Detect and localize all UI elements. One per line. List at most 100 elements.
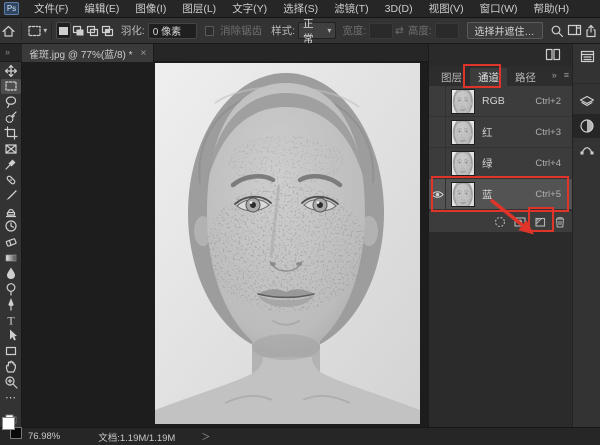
channel-thumbnail[interactable] xyxy=(451,89,475,114)
quick-selection-tool[interactable] xyxy=(1,110,21,126)
spot-healing-brush-tool[interactable] xyxy=(1,172,21,188)
workspace-icon[interactable] xyxy=(566,21,583,41)
menu-file[interactable]: 文件(F) xyxy=(27,0,75,18)
width-input xyxy=(369,23,393,39)
svg-text:T: T xyxy=(7,313,15,327)
annotation-arrow xyxy=(487,198,547,248)
new-selection-mode-button[interactable] xyxy=(56,22,71,39)
clone-stamp-tool[interactable] xyxy=(1,203,21,219)
add-selection-mode-button[interactable] xyxy=(71,22,86,39)
blur-tool[interactable] xyxy=(1,265,21,281)
style-value: 正常 xyxy=(303,16,319,46)
channel-row-green[interactable]: 绿 Ctrl+4 xyxy=(429,148,573,179)
share-icon[interactable] xyxy=(583,21,600,41)
hand-tool[interactable] xyxy=(1,359,21,375)
more-tabs-icon[interactable]: » xyxy=(552,70,557,80)
paths-panel-icon[interactable] xyxy=(573,138,600,162)
tab-paths[interactable]: 路径 xyxy=(507,68,544,86)
menu-view[interactable]: 视图(V) xyxy=(422,0,471,18)
antialias-label: 消除锯齿 xyxy=(220,23,262,38)
document-image[interactable] xyxy=(155,63,420,424)
color-swatches xyxy=(2,417,24,441)
channel-row-red[interactable]: 红 Ctrl+3 xyxy=(429,117,573,148)
menu-bar: Ps 文件(F) 编辑(E) 图像(I) 图层(L) 文字(Y) 选择(S) 滤… xyxy=(0,0,600,18)
layers-panel-icon[interactable] xyxy=(573,90,600,114)
crop-tool[interactable] xyxy=(1,125,21,141)
current-tool-icon[interactable] xyxy=(26,21,43,41)
menu-window[interactable]: 窗口(W) xyxy=(473,0,525,18)
document-title: 雀斑.jpg @ 77%(蓝/8) * xyxy=(29,46,133,61)
status-bar: 76.98% 文档:1.19M/1.19M ＞ xyxy=(0,427,600,445)
panel-menu-icon[interactable]: ≡ xyxy=(564,70,569,80)
toolbar-collapse-icon[interactable]: » xyxy=(5,47,10,57)
feather-label: 羽化: xyxy=(121,23,145,38)
panel-dock-icon[interactable] xyxy=(573,44,600,68)
gradient-tool[interactable] xyxy=(1,250,21,266)
menu-3d[interactable]: 3D(D) xyxy=(378,1,420,17)
lasso-tool[interactable] xyxy=(1,94,21,110)
channel-shortcut: Ctrl+2 xyxy=(535,96,561,107)
search-icon[interactable] xyxy=(549,21,566,41)
document-size-info: 文档:1.19M/1.19M xyxy=(98,430,175,444)
tool-bar: T ⋯ xyxy=(0,62,22,427)
visibility-cell[interactable] xyxy=(429,148,446,179)
intersect-selection-mode-button[interactable] xyxy=(100,22,115,39)
document-tab[interactable]: 雀斑.jpg @ 77%(蓝/8) * × xyxy=(22,44,154,62)
select-and-mask-button[interactable]: 选择并遮住… xyxy=(467,22,543,39)
dock-header xyxy=(429,44,573,66)
frame-tool[interactable] xyxy=(1,141,21,157)
channel-thumbnail[interactable] xyxy=(451,120,475,145)
edit-toolbar-icon[interactable]: ⋯ xyxy=(1,390,21,406)
pen-tool[interactable] xyxy=(1,296,21,312)
separator xyxy=(51,22,52,40)
style-select[interactable]: 正常 ▾ xyxy=(298,22,336,39)
zoom-tool[interactable] xyxy=(1,374,21,390)
menu-type[interactable]: 文字(Y) xyxy=(225,0,274,18)
menu-help[interactable]: 帮助(H) xyxy=(527,0,577,18)
channels-panel-icon[interactable] xyxy=(573,114,600,138)
subtract-selection-mode-button[interactable] xyxy=(86,22,101,39)
app-logo-icon[interactable]: Ps xyxy=(4,2,19,15)
home-icon[interactable] xyxy=(0,21,17,41)
style-caret-icon: ▾ xyxy=(327,26,331,35)
close-tab-icon[interactable]: × xyxy=(141,48,147,59)
dodge-tool[interactable] xyxy=(1,281,21,297)
move-tool[interactable] xyxy=(1,63,21,79)
visibility-cell[interactable] xyxy=(429,117,446,148)
eraser-tool[interactable] xyxy=(1,234,21,250)
options-bar: ▾ 羽化: 0 像素 消除锯齿 样式: 正常 ▾ 宽度: ⇄ 高度: 选择并遮住… xyxy=(0,18,600,44)
menu-layer[interactable]: 图层(L) xyxy=(175,0,223,18)
feather-input[interactable]: 0 像素 xyxy=(148,23,197,39)
zoom-level-field[interactable]: 76.98% xyxy=(28,431,60,442)
status-popup-icon[interactable]: ＞ xyxy=(201,430,210,443)
menu-edit[interactable]: 编辑(E) xyxy=(77,0,126,18)
separator xyxy=(21,22,22,40)
dock-empty-area xyxy=(429,232,573,427)
eyedropper-tool[interactable] xyxy=(1,156,21,172)
style-label: 样式: xyxy=(271,23,295,38)
annotation-box-channels-tab xyxy=(463,64,501,88)
foreground-color-swatch[interactable] xyxy=(2,417,15,430)
canvas-area[interactable] xyxy=(23,62,428,427)
channel-name: RGB xyxy=(482,95,535,107)
channel-thumbnail[interactable] xyxy=(451,151,475,176)
menu-filter[interactable]: 滤镜(T) xyxy=(327,0,375,18)
swap-dimensions-icon: ⇄ xyxy=(395,25,404,37)
antialias-checkbox[interactable] xyxy=(205,26,214,36)
rectangular-marquee-tool[interactable] xyxy=(1,79,21,95)
visibility-cell[interactable] xyxy=(429,86,446,117)
path-selection-tool[interactable] xyxy=(1,328,21,344)
type-tool[interactable]: T xyxy=(1,312,21,328)
channel-shortcut: Ctrl+4 xyxy=(535,158,561,169)
channel-name: 红 xyxy=(482,125,535,140)
channel-row-rgb[interactable]: RGB Ctrl+2 xyxy=(429,86,573,117)
menu-image[interactable]: 图像(I) xyxy=(128,0,173,18)
rectangle-tool[interactable] xyxy=(1,343,21,359)
height-input xyxy=(435,23,459,39)
panel-dock: 图层 通道 路径 » ≡ RGB Ctrl+2 xyxy=(428,44,572,427)
history-brush-tool[interactable] xyxy=(1,219,21,235)
width-label: 宽度: xyxy=(342,23,366,38)
brush-tool[interactable] xyxy=(1,188,21,204)
tool-preset-caret-icon[interactable]: ▾ xyxy=(43,26,47,35)
collapse-panels-icon[interactable] xyxy=(545,48,561,61)
